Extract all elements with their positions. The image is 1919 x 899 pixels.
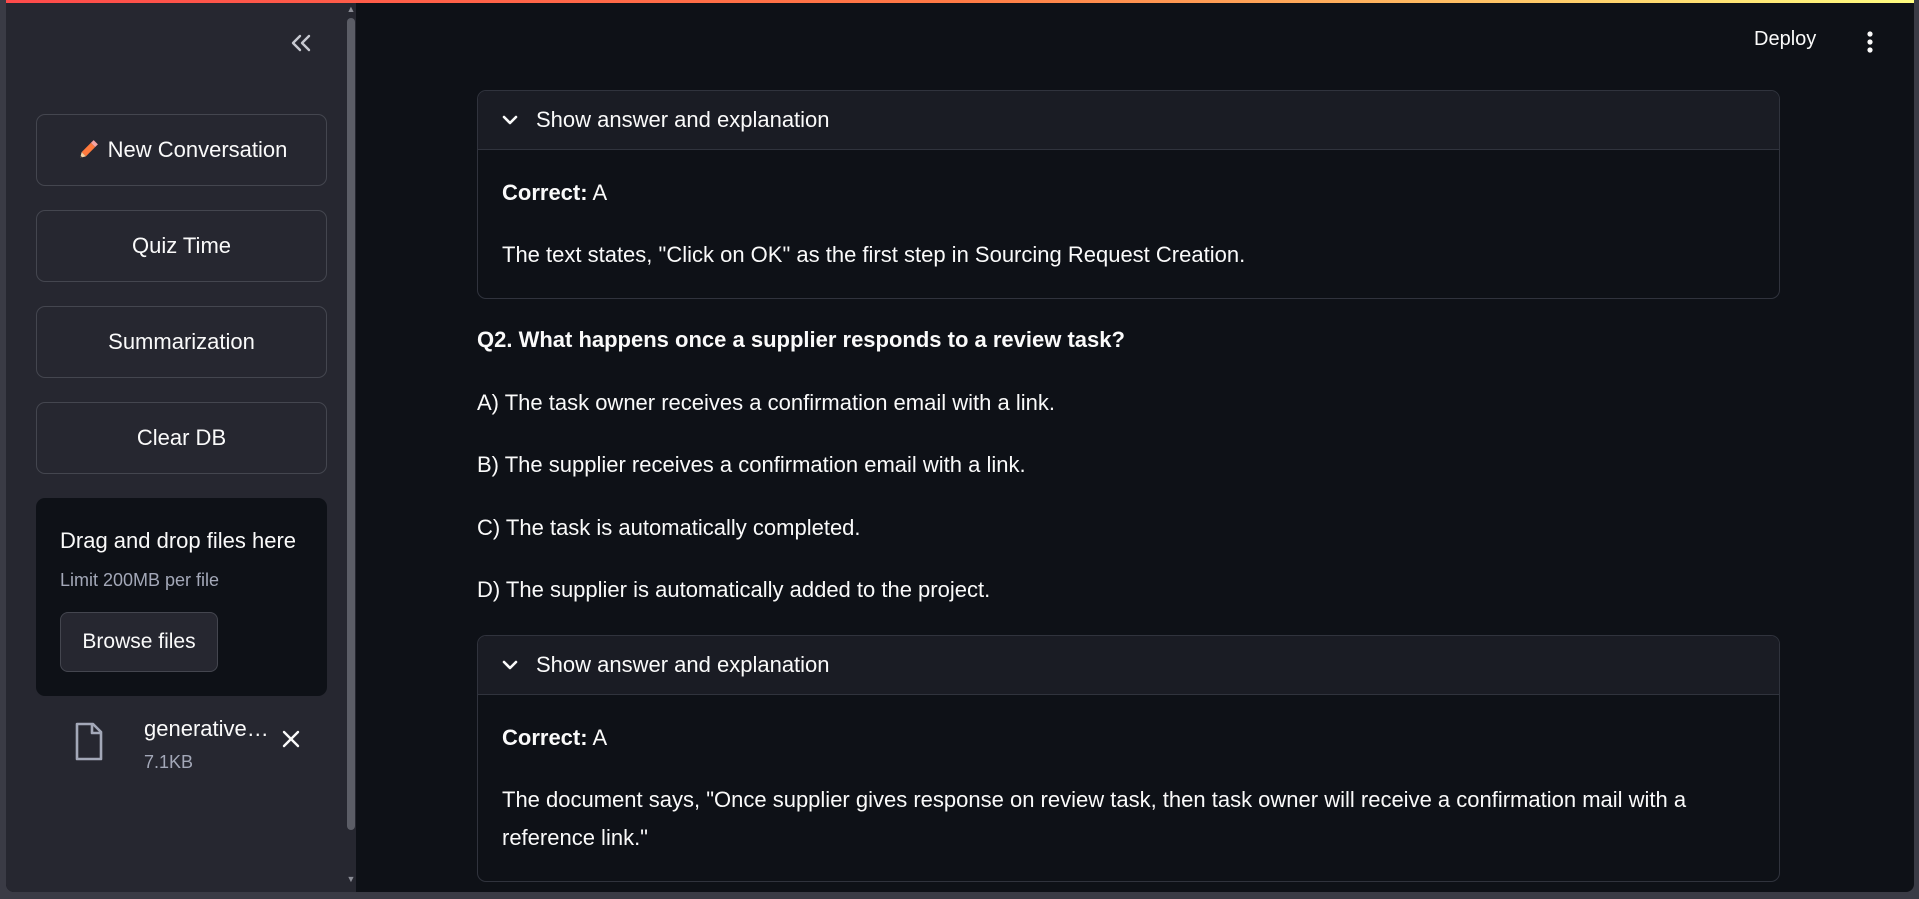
browse-files-label: Browse files (82, 630, 196, 653)
clear-db-label: Clear DB (136, 425, 227, 450)
answer-explanation: The document says, "Once supplier gives … (502, 787, 1687, 850)
double-chevron-left-icon (289, 33, 313, 58)
correct-label: Correct: (502, 725, 588, 750)
dropzone-limit: Limit 200MB per file (60, 570, 220, 590)
sidebar-scrollbar[interactable]: ▲ ▼ (346, 0, 356, 892)
expander-body-2: Correct: A The document says, "Once supp… (478, 695, 1779, 857)
file-name: generative… (144, 716, 269, 741)
correct-value: A (587, 725, 608, 750)
correct-label: Correct: (502, 180, 588, 205)
pencil-icon (76, 138, 100, 162)
quiz-time-button[interactable]: Quiz Time (36, 210, 327, 282)
expander-body-1: Correct: A The text states, "Click on OK… (478, 150, 1779, 274)
dropzone-title: Drag and drop files here (60, 528, 297, 553)
uploaded-file-item: generative… 7.1KB (36, 712, 327, 776)
clear-db-button[interactable]: Clear DB (36, 402, 327, 474)
file-icon (74, 722, 104, 767)
question-option: C) The task is automatically completed. (477, 515, 861, 540)
new-conversation-label: New Conversation (107, 137, 288, 162)
expander-header-2[interactable]: Show answer and explanation (478, 636, 1779, 695)
collapse-sidebar-button[interactable] (286, 30, 316, 60)
file-size: 7.1KB (144, 752, 194, 772)
expander-header-1[interactable]: Show answer and explanation (478, 91, 1779, 150)
scroll-down-icon[interactable]: ▼ (346, 874, 356, 884)
app-window: New Conversation Quiz Time Summarization… (6, 0, 1914, 892)
question-option: A) The task owner receives a confirmatio… (477, 390, 1055, 415)
quiz-time-label: Quiz Time (131, 233, 232, 258)
chevron-down-icon (502, 114, 518, 126)
question-option: B) The supplier receives a confirmation … (477, 452, 1026, 477)
correct-answer: Correct: A (502, 174, 1755, 212)
correct-value: A (587, 180, 608, 205)
more-vertical-icon (1866, 30, 1874, 59)
answer-expander-1: Show answer and explanation Correct: A T… (477, 90, 1780, 299)
remove-file-button[interactable] (276, 726, 306, 756)
sidebar: New Conversation Quiz Time Summarization… (6, 0, 356, 892)
scrollbar-thumb[interactable] (347, 18, 355, 830)
main-menu-button[interactable] (1860, 30, 1880, 58)
main-content: Show answer and explanation Correct: A T… (477, 0, 1781, 892)
chevron-down-icon (502, 659, 518, 671)
close-icon (281, 729, 301, 754)
new-conversation-button[interactable]: New Conversation (36, 114, 327, 186)
answer-expander-2: Show answer and explanation Correct: A T… (477, 635, 1780, 882)
file-uploader-dropzone[interactable]: Drag and drop files here Limit 200MB per… (36, 498, 327, 696)
summarization-label: Summarization (108, 329, 255, 354)
answer-explanation: The text states, "Click on OK" as the fi… (502, 242, 1246, 267)
question-option: D) The supplier is automatically added t… (477, 577, 991, 602)
question-title: Q2. What happens once a supplier respond… (477, 327, 1125, 352)
expander-label: Show answer and explanation (536, 652, 830, 677)
top-decoration-bar (6, 0, 1914, 3)
correct-answer: Correct: A (502, 719, 1755, 757)
expander-label: Show answer and explanation (536, 107, 830, 132)
browse-files-button[interactable]: Browse files (60, 612, 218, 672)
scroll-up-icon[interactable]: ▲ (346, 4, 356, 14)
summarization-button[interactable]: Summarization (36, 306, 327, 378)
